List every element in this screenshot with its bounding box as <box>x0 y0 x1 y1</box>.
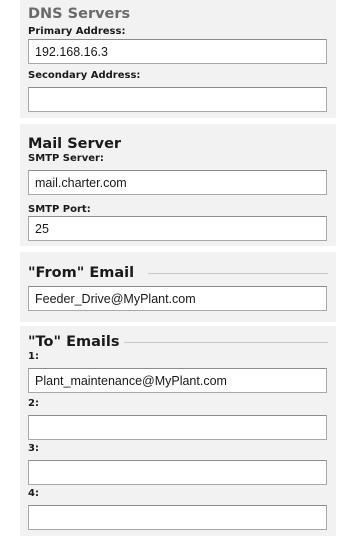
from-email-rule <box>148 273 328 274</box>
to-emails-title: "To" Emails <box>28 334 120 350</box>
to-email-2-input[interactable] <box>28 415 327 440</box>
to-email-1-label: 1: <box>28 351 39 362</box>
to-email-3-label: 3: <box>28 443 39 454</box>
dns-servers-title: DNS Servers <box>28 6 131 22</box>
primary-address-label: Primary Address: <box>28 26 126 37</box>
to-email-1-input[interactable] <box>28 368 327 393</box>
to-email-4-label: 4: <box>28 488 39 499</box>
to-emails-section: "To" Emails 1: 2: 3: 4: <box>20 326 336 536</box>
mail-server-section: Mail Server SMTP Server: SMTP Port: <box>20 124 336 246</box>
secondary-address-label: Secondary Address: <box>28 70 141 81</box>
smtp-port-input[interactable] <box>28 216 327 241</box>
smtp-server-label: SMTP Server: <box>28 153 104 164</box>
smtp-server-input[interactable] <box>28 170 327 195</box>
from-email-section: "From" Email <box>20 252 336 322</box>
to-emails-rule <box>124 342 328 343</box>
from-email-title: "From" Email <box>28 265 135 281</box>
to-email-2-label: 2: <box>28 398 39 409</box>
from-email-input[interactable] <box>28 286 327 311</box>
email-settings-page: DNS Servers Primary Address: Secondary A… <box>0 0 344 540</box>
secondary-address-input[interactable] <box>28 87 327 112</box>
to-email-4-input[interactable] <box>28 505 327 530</box>
to-email-3-input[interactable] <box>28 460 327 485</box>
mail-server-title: Mail Server <box>28 136 122 152</box>
smtp-port-label: SMTP Port: <box>28 204 91 215</box>
dns-servers-section: DNS Servers Primary Address: Secondary A… <box>20 0 336 118</box>
primary-address-input[interactable] <box>28 39 327 64</box>
